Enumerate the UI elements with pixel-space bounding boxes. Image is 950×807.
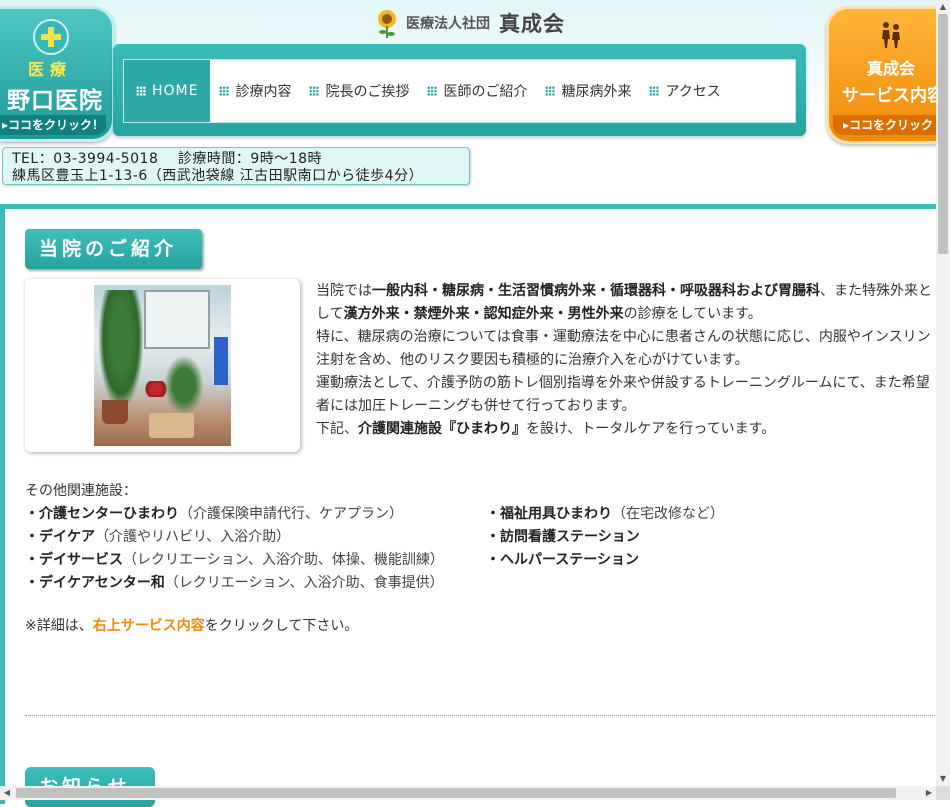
service-detail-link[interactable]: 右上サービス内容	[93, 618, 205, 634]
nav-item-doctors[interactable]: 医師のご紹介	[418, 60, 536, 122]
clinic-photo-card	[25, 279, 300, 452]
clinic-click-label[interactable]: ▸ココをクリック！	[0, 115, 106, 135]
list-item: ・福祉用具ひまわり（在宅改修など）	[486, 506, 724, 522]
medical-cross-icon	[33, 19, 69, 55]
scroll-left-icon[interactable]: ◀	[0, 786, 14, 800]
service-badge-title: 真成会	[866, 59, 915, 78]
list-item: ・デイケア（介護やリハビリ、入浴介助）	[25, 529, 291, 545]
contact-address: 練馬区豊玉上1-13-6（西武池袋線 江古田駅南口から徒歩4分）	[12, 168, 424, 184]
nav-inner: HOME 診療内容 院長のご挨拶 医師のご紹介 糖尿病外来 アクセス	[123, 59, 796, 123]
vertical-scroll-thumb[interactable]	[938, 14, 948, 254]
nav-item-label: 診療内容	[235, 84, 292, 100]
facility-list-right: ・福祉用具ひまわり（在宅改修など） ・訪問看護ステーション ・ヘルパーステーショ…	[486, 503, 926, 572]
horizontal-scroll-thumb[interactable]	[16, 788, 896, 798]
horizontal-scrollbar[interactable]: ◀ ▶	[0, 786, 936, 800]
dot-grid-icon	[219, 86, 230, 96]
scroll-up-icon[interactable]: ▲	[936, 0, 950, 14]
intro-paragraph-diabetes: 特に、糖尿病の治療については食事・運動療法を中心に患者さんの状態に応じ、内服やイ…	[316, 329, 931, 368]
people-icon	[882, 22, 900, 48]
nav-item-label: HOME	[152, 83, 199, 99]
list-item: ・ヘルパーステーション	[486, 552, 640, 568]
list-item: ・デイケアセンター和（レクリエーション、入浴介助、食事提供）	[25, 575, 444, 591]
intro-text: 当院では一般内科・糖尿病・生活習慣病外来・循環器科・呼吸器科および胃腸科、また特…	[316, 283, 932, 437]
nav-item-services[interactable]: 診療内容	[210, 60, 300, 122]
service-badge[interactable]: 真成会 サービス内容 ▸ココをクリック	[826, 6, 950, 144]
care-facility-name: 介護関連施設『ひまわり』	[358, 421, 526, 437]
contact-info: TEL：03-3994-5018 診療時間：9時～18時 練馬区豊玉上1-13-…	[2, 147, 470, 185]
nav-item-label: 糖尿病外来	[561, 84, 632, 100]
dot-grid-icon	[309, 86, 320, 96]
intro-paragraph-exercise: 運動療法として、介護予防の筋トレ個別指導を外来や併設するトレーニングルームにて、…	[316, 375, 930, 414]
site-logo[interactable]: 医療法人社団 真成会	[374, 6, 565, 40]
service-badge-subtitle: サービス内容	[842, 86, 944, 106]
nav-item-label: 医師のご紹介	[443, 84, 528, 100]
detail-note: ※詳細は、右上サービス内容をクリックして下さい。	[25, 618, 359, 634]
specialty-list: 一般内科・糖尿病・生活習慣病外来・循環器科・呼吸器科および胃腸科	[372, 283, 820, 299]
corp-type-label: 医療法人社団	[406, 16, 490, 32]
corp-name: 真成会	[499, 12, 565, 36]
nav-item-diabetes[interactable]: 糖尿病外来	[536, 60, 640, 122]
scrollbar-corner	[936, 786, 950, 800]
special-outpatient-list: 漢方外来・禁煙外来・認知症外来・男性外来	[343, 306, 624, 322]
dot-grid-icon	[649, 86, 660, 96]
main-nav: HOME 診療内容 院長のご挨拶 医師のご紹介 糖尿病外来 アクセス	[113, 44, 806, 136]
nav-item-label: アクセス	[665, 84, 721, 100]
service-click-label[interactable]: ▸ココをクリック	[833, 115, 943, 135]
section-divider	[25, 715, 935, 716]
nav-item-access[interactable]: アクセス	[640, 60, 729, 122]
dot-grid-icon	[136, 86, 146, 96]
nav-item-greeting[interactable]: 院長のご挨拶	[300, 60, 418, 122]
sunflower-icon	[378, 10, 396, 38]
section-title-intro: 当院のご紹介	[25, 229, 202, 269]
dot-grid-icon	[545, 86, 556, 96]
facility-list-left: ・介護センターひまわり（介護保険申請代行、ケアプラン） ・デイケア（介護やリハビ…	[25, 503, 485, 595]
vertical-scrollbar[interactable]: ▲ ▼	[936, 0, 950, 786]
related-facilities-heading: その他関連施設：	[25, 483, 137, 499]
badge-category: 医療	[27, 60, 72, 79]
list-item: ・デイサービス（レクリエーション、入浴介助、体操、機能訓練）	[25, 552, 444, 568]
nav-item-label: 院長のご挨拶	[325, 84, 410, 100]
clinic-entrance-photo	[94, 285, 231, 446]
clinic-badge[interactable]: 医療 野口医院 ▸ココをクリック！	[0, 6, 115, 142]
clinic-name: 野口医院	[7, 88, 103, 114]
scroll-down-icon[interactable]: ▼	[936, 772, 950, 786]
scroll-right-icon[interactable]: ▶	[922, 786, 936, 800]
list-item: ・介護センターひまわり（介護保険申請代行、ケアプラン）	[25, 506, 403, 522]
contact-phone-hours: TEL：03-3994-5018 診療時間：9時～18時	[12, 151, 323, 167]
list-item: ・訪問看護ステーション	[486, 529, 640, 545]
dot-grid-icon	[427, 86, 438, 96]
nav-item-home[interactable]: HOME	[124, 60, 211, 122]
